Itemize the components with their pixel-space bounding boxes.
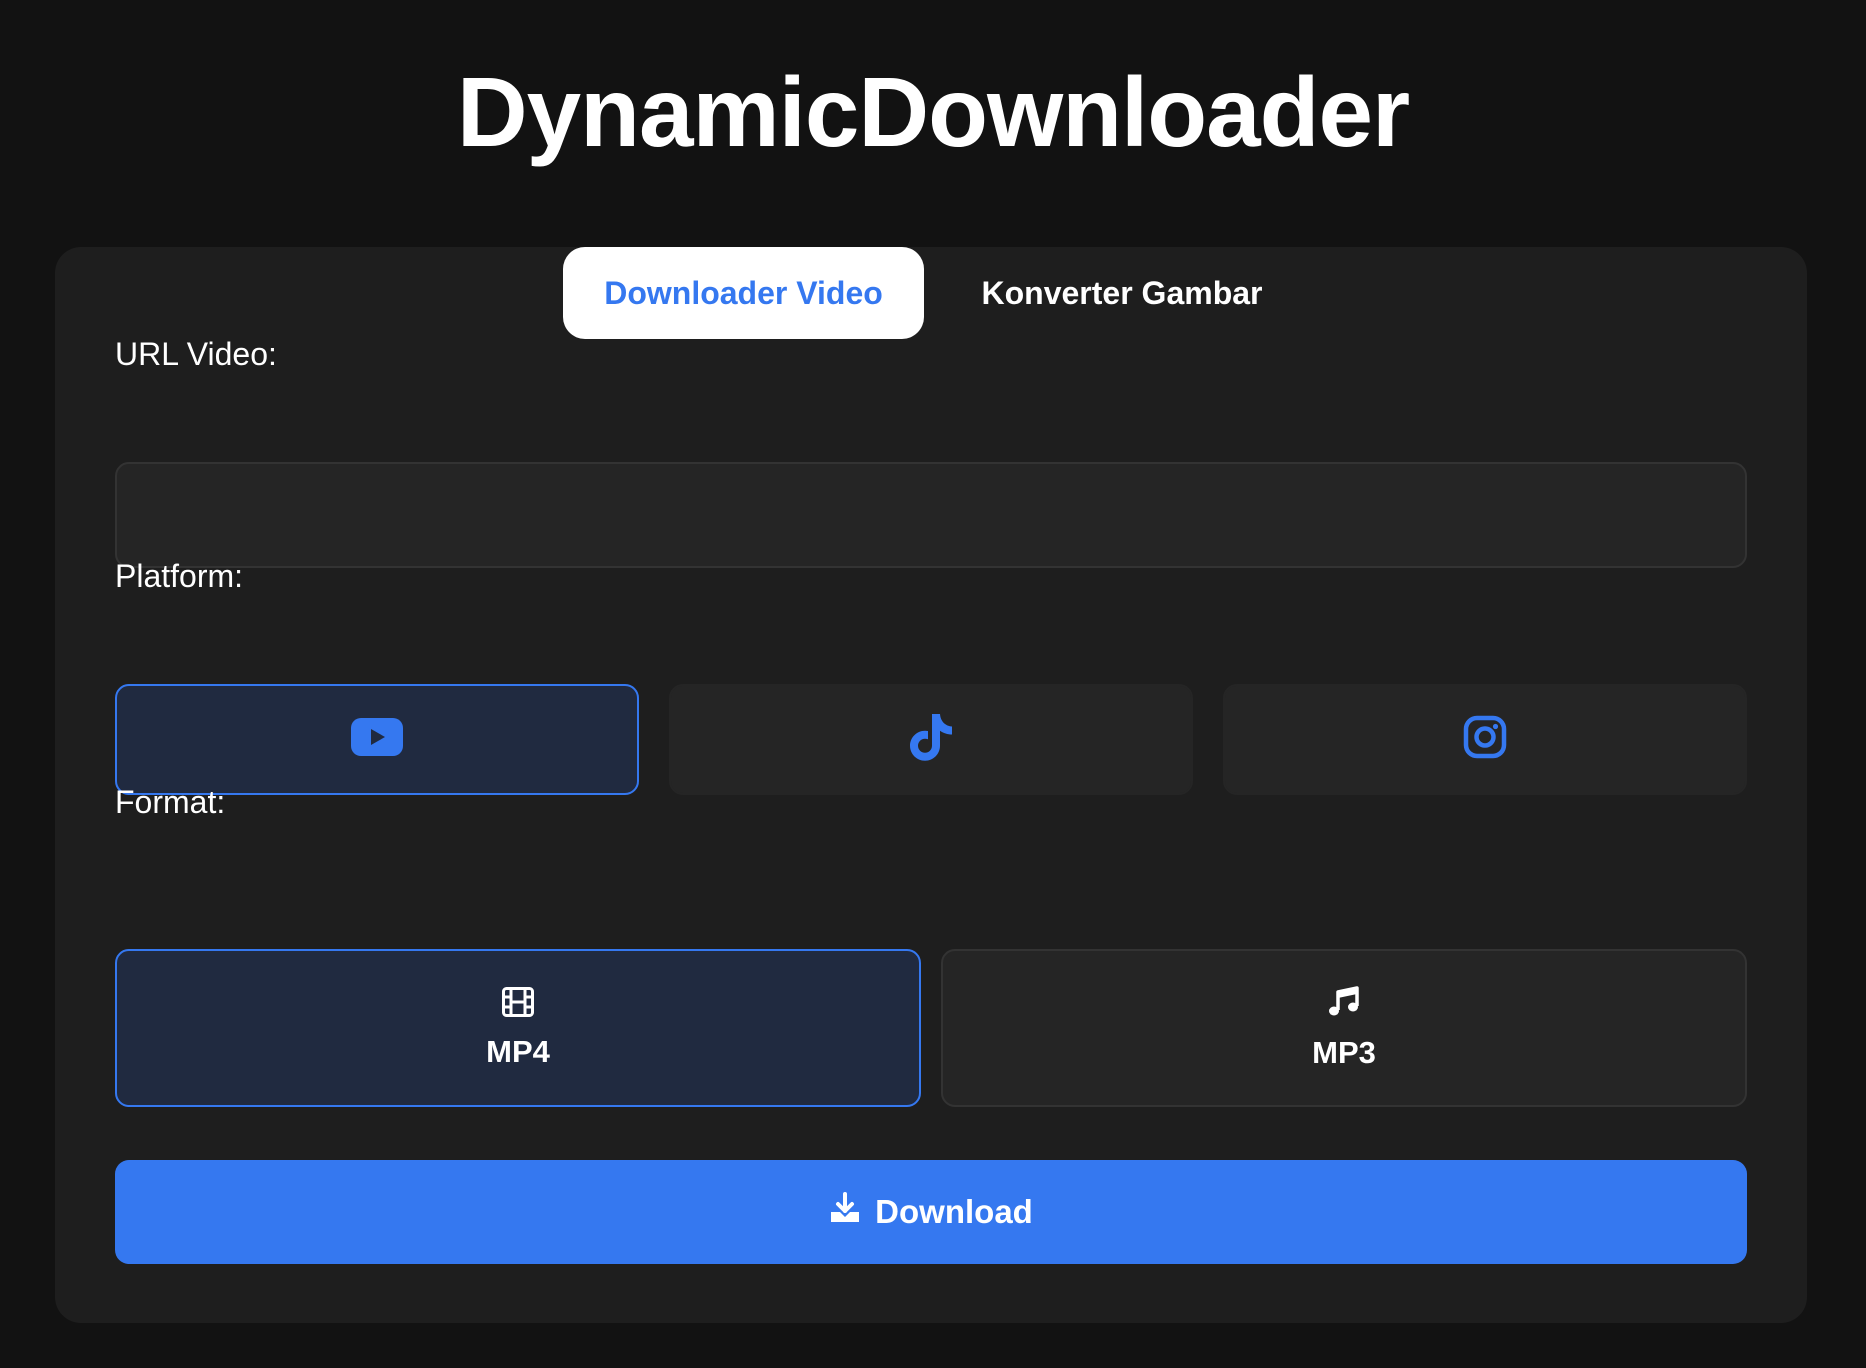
music-note-icon xyxy=(1328,985,1360,1023)
url-input[interactable] xyxy=(115,462,1747,568)
instagram-icon xyxy=(1463,715,1507,764)
main-card: Downloader Video Konverter Gambar URL Vi… xyxy=(55,247,1807,1323)
download-button[interactable]: Download xyxy=(115,1160,1747,1264)
youtube-icon xyxy=(351,718,403,761)
platform-label: Platform: xyxy=(115,558,244,594)
tab-konverter-gambar[interactable]: Konverter Gambar xyxy=(924,247,1320,339)
platform-instagram-option[interactable] xyxy=(1223,684,1747,795)
tab-downloader-video[interactable]: Downloader Video xyxy=(563,247,924,339)
format-mp3-label: MP3 xyxy=(1312,1034,1376,1070)
app-title: DynamicDownloader xyxy=(456,57,1410,167)
download-icon xyxy=(829,1192,875,1232)
download-label: Download xyxy=(875,1193,1033,1230)
tiktok-icon xyxy=(908,712,954,767)
format-options: MP4 MP3 xyxy=(115,949,1747,1107)
format-mp4-option[interactable]: MP4 xyxy=(115,949,921,1107)
tab-bar: Downloader Video Konverter Gambar xyxy=(563,247,1320,339)
platform-options xyxy=(115,684,1747,795)
format-mp4-label: MP4 xyxy=(486,1033,550,1069)
format-mp3-option[interactable]: MP3 xyxy=(941,949,1747,1107)
platform-tiktok-option[interactable] xyxy=(669,684,1193,795)
film-icon xyxy=(502,986,534,1022)
format-label: Format: xyxy=(115,784,226,820)
platform-youtube-option[interactable] xyxy=(115,684,639,795)
url-label: URL Video: xyxy=(115,336,277,372)
